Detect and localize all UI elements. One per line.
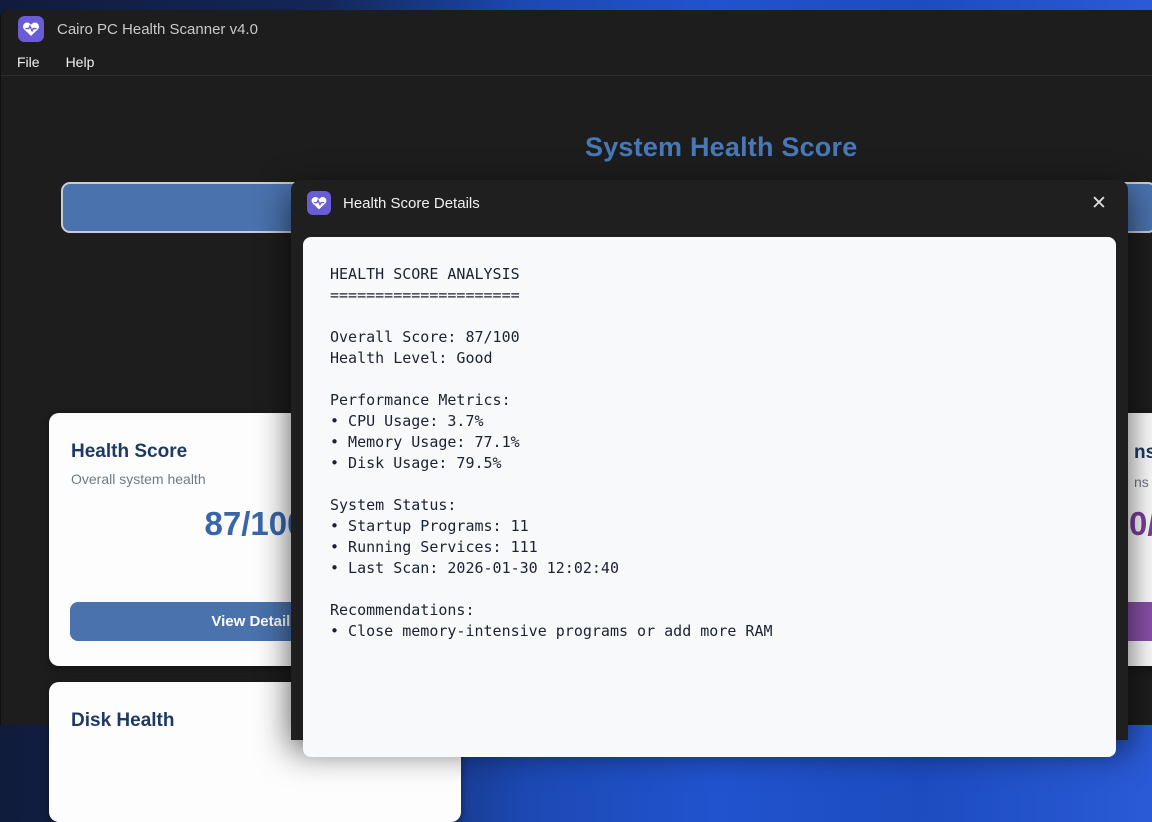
page-title: System Health Score: [585, 132, 857, 163]
dialog-content-panel: HEALTH SCORE ANALYSIS ==================…: [303, 237, 1116, 757]
health-analysis-text: HEALTH SCORE ANALYSIS ==================…: [303, 237, 1116, 642]
menubar: File Help: [1, 48, 1152, 76]
close-icon[interactable]: ✕: [1086, 191, 1112, 217]
menu-help[interactable]: Help: [66, 54, 95, 70]
health-score-details-dialog: Health Score Details ✕ HEALTH SCORE ANAL…: [291, 180, 1128, 740]
heart-pulse-dialog-icon: [307, 191, 331, 215]
partial-card-subtitle: ns: [1134, 474, 1149, 490]
partial-card-value: 0/: [1129, 505, 1152, 543]
partial-card-title: ns: [1134, 442, 1152, 464]
heart-pulse-app-icon: [18, 16, 44, 42]
dialog-title: Health Score Details: [343, 195, 480, 212]
window-title: Cairo PC Health Scanner v4.0: [57, 21, 258, 38]
titlebar: Cairo PC Health Scanner v4.0: [1, 10, 1152, 48]
menu-file[interactable]: File: [17, 54, 40, 70]
dialog-titlebar: Health Score Details ✕: [291, 180, 1128, 226]
